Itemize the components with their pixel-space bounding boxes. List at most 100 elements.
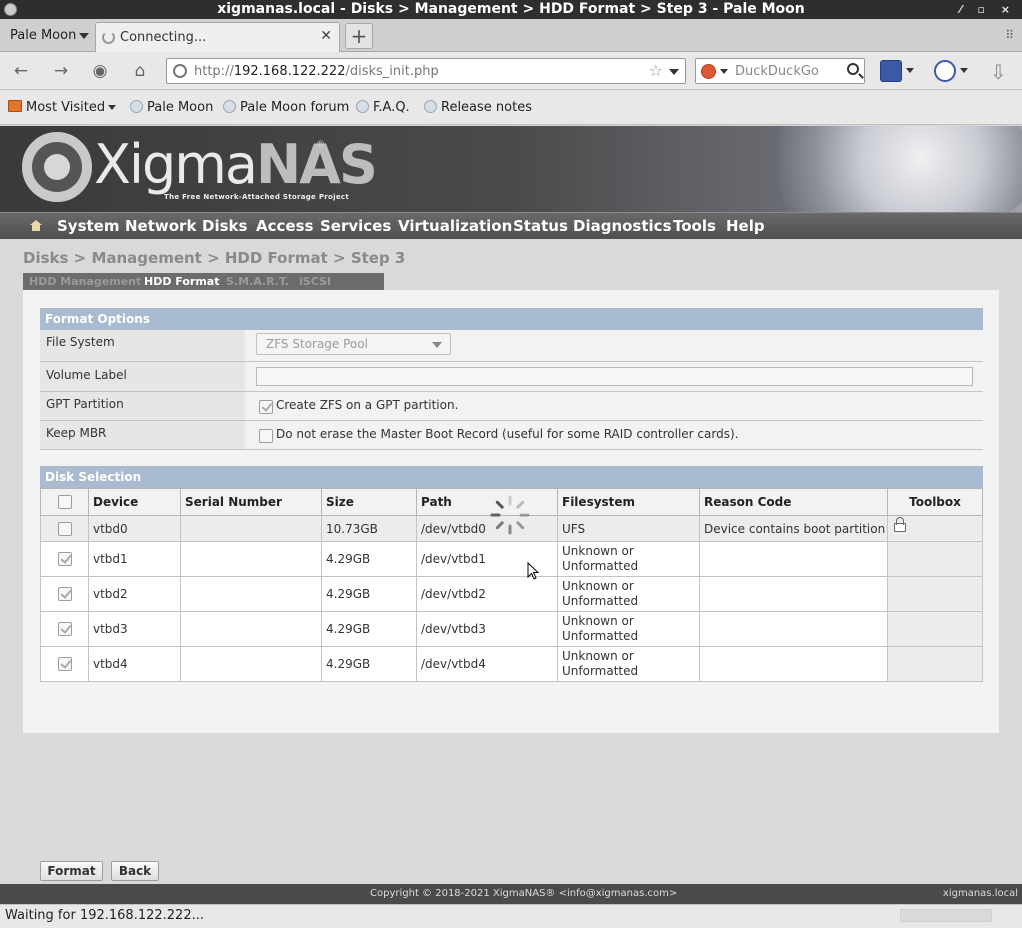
- select-all-checkbox[interactable]: [57, 495, 72, 509]
- toolbox-cell: [887, 541, 983, 577]
- close-icon[interactable]: ✕: [320, 28, 332, 44]
- back-arrow-icon[interactable]: ←: [10, 60, 32, 82]
- chevron-down-icon[interactable]: [906, 68, 914, 73]
- column-path[interactable]: Path: [416, 488, 558, 516]
- stop-icon[interactable]: ◉: [89, 60, 111, 82]
- globe-icon: [130, 100, 143, 113]
- url-text[interactable]: http://192.168.122.222/disks_init.php: [194, 64, 439, 79]
- menu-network[interactable]: Network: [125, 217, 196, 235]
- chevron-down-icon[interactable]: [720, 69, 728, 74]
- menu-status[interactable]: Status: [513, 217, 568, 235]
- column-size[interactable]: Size: [321, 488, 417, 516]
- window-titlebar: xigmanas.local - Disks > Management > HD…: [0, 0, 1022, 19]
- row-checkbox[interactable]: [57, 552, 72, 566]
- globe-icon: [424, 100, 437, 113]
- bookmark-pale-moon-forum[interactable]: Pale Moon forum: [223, 100, 349, 116]
- column-serial-number[interactable]: Serial Number: [180, 488, 322, 516]
- device-cell: vtbd1: [88, 541, 181, 577]
- loading-icon: [102, 31, 115, 44]
- row-checkbox[interactable]: [57, 657, 72, 671]
- url-bar[interactable]: http://192.168.122.222/disks_init.php ☆: [166, 58, 686, 84]
- gpt-partition-text: Create ZFS on a GPT partition.: [276, 398, 459, 412]
- row-checkbox[interactable]: [57, 622, 72, 636]
- menu-tools[interactable]: Tools: [673, 217, 716, 235]
- path-cell: /dev/vtbd2: [416, 576, 558, 612]
- loading-progress-bar: [900, 909, 992, 922]
- size-cell: 4.29GB: [321, 541, 417, 577]
- column-toolbox[interactable]: Toolbox: [887, 488, 983, 516]
- size-cell: 4.29GB: [321, 576, 417, 612]
- menu-diagnostics[interactable]: Diagnostics: [573, 217, 672, 235]
- column-device[interactable]: Device: [88, 488, 181, 516]
- search-icon[interactable]: [847, 63, 859, 75]
- home-icon[interactable]: [30, 220, 42, 231]
- menu-system[interactable]: System: [57, 217, 119, 235]
- bookmark-release-notes[interactable]: Release notes: [424, 100, 532, 116]
- forward-arrow-icon[interactable]: →: [50, 60, 72, 82]
- tab-hdd-management[interactable]: HDD Management: [29, 275, 141, 288]
- window-controls[interactable]: ⁄ ▫ ×: [960, 0, 1016, 19]
- bookmark-star-icon[interactable]: ☆: [649, 61, 663, 80]
- size-cell: 4.29GB: [321, 611, 417, 647]
- menu-access[interactable]: Access: [256, 217, 313, 235]
- table-row: vtbd4 4.29GB /dev/vtbd4 Unknown or Unfor…: [40, 646, 983, 682]
- gpt-partition-checkbox[interactable]: [259, 400, 273, 414]
- keep-mbr-checkbox[interactable]: [259, 429, 273, 443]
- path-cell: /dev/vtbd4: [416, 646, 558, 682]
- site-identity-icon[interactable]: [173, 64, 187, 78]
- window-menu-icon[interactable]: [4, 3, 17, 16]
- volume-label-input[interactable]: [256, 367, 973, 386]
- keep-mbr-label: Keep MBR: [40, 421, 245, 449]
- menu-services[interactable]: Services: [320, 217, 391, 235]
- mouse-cursor-icon: [527, 562, 539, 580]
- reason-cell: [699, 611, 888, 647]
- row-checkbox[interactable]: [57, 521, 72, 536]
- browser-menu-button[interactable]: Pale Moon: [4, 23, 95, 49]
- tab-active[interactable]: Connecting... ✕: [95, 22, 340, 52]
- table-row: vtbd3 4.29GB /dev/vtbd3 Unknown or Unfor…: [40, 611, 983, 647]
- file-system-select[interactable]: ZFS Storage Pool: [256, 333, 451, 355]
- xigmanas-logo-icon: [22, 132, 92, 202]
- menu-disks[interactable]: Disks: [202, 217, 247, 235]
- serial-cell: [180, 541, 322, 577]
- download-icon[interactable]: ⇩: [990, 60, 1007, 84]
- lock-icon: [894, 517, 906, 532]
- bookmarks-icon[interactable]: [880, 60, 902, 82]
- row-checkbox[interactable]: [57, 587, 72, 601]
- reason-cell: Device contains boot partition: [699, 515, 888, 542]
- registered-mark: ®: [316, 140, 325, 150]
- reason-cell: [699, 576, 888, 612]
- filesystem-cell: Unknown or Unformatted: [557, 611, 700, 647]
- site-logo[interactable]: XigmaNAS: [94, 133, 378, 196]
- column-reason-code[interactable]: Reason Code: [699, 488, 888, 516]
- search-bar[interactable]: DuckDuckGo: [695, 58, 865, 84]
- bookmark-most-visited[interactable]: Most Visited: [8, 100, 117, 116]
- search-input[interactable]: DuckDuckGo: [735, 64, 819, 79]
- menu-virtualization[interactable]: Virtualization: [398, 217, 512, 235]
- volume-label-row: Volume Label: [40, 362, 983, 392]
- tab-smart[interactable]: S.M.A.R.T.: [226, 275, 289, 288]
- path-cell: /dev/vtbd3: [416, 611, 558, 647]
- table-row: vtbd2 4.29GB /dev/vtbd2 Unknown or Unfor…: [40, 576, 983, 612]
- device-cell: vtbd3: [88, 611, 181, 647]
- new-tab-button[interactable]: +: [345, 23, 373, 49]
- back-button[interactable]: Back: [111, 861, 159, 881]
- copyright-text: Copyright © 2018-2021 XigmaNAS® <info@xi…: [370, 888, 678, 899]
- chevron-down-icon[interactable]: [669, 69, 679, 75]
- file-system-label: File System: [40, 330, 245, 361]
- tab-hdd-format[interactable]: HDD Format: [144, 275, 220, 288]
- column-filesystem[interactable]: Filesystem: [557, 488, 700, 516]
- menu-help[interactable]: Help: [726, 217, 765, 235]
- toolbox-cell: [887, 646, 983, 682]
- chevron-down-icon[interactable]: [960, 68, 968, 73]
- toolbox-cell: [887, 576, 983, 612]
- history-icon[interactable]: [934, 60, 956, 82]
- format-button[interactable]: Format: [40, 861, 103, 881]
- tab-list-icon[interactable]: ⠿: [1005, 28, 1014, 42]
- duckduckgo-icon[interactable]: [701, 64, 716, 79]
- bookmark-faq[interactable]: F.A.Q.: [356, 100, 410, 116]
- home-icon[interactable]: ⌂: [129, 60, 151, 82]
- device-cell: vtbd2: [88, 576, 181, 612]
- size-cell: 10.73GB: [321, 515, 417, 542]
- bookmark-pale-moon[interactable]: Pale Moon: [130, 100, 213, 116]
